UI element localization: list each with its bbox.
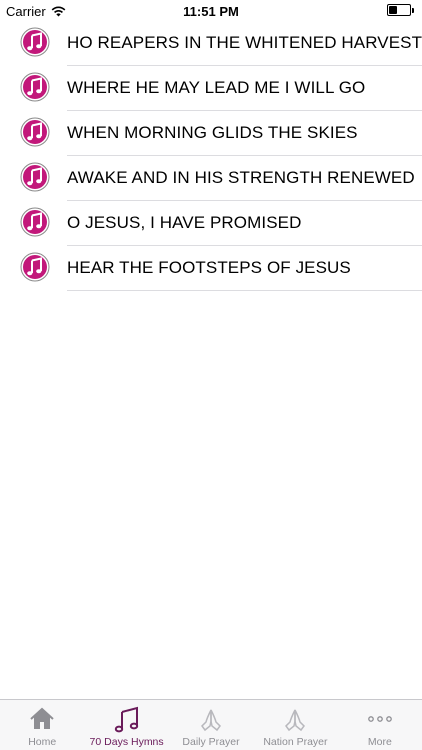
tab-home[interactable]: Home [0, 700, 84, 750]
music-note-icon [20, 72, 50, 102]
music-note-icon [20, 252, 50, 282]
tab-label: Nation Prayer [263, 736, 328, 748]
hymn-title: HO REAPERS IN THE WHITENED HARVEST [67, 33, 422, 52]
hymn-row[interactable]: AWAKE AND IN HIS STRENGTH RENEWED [0, 156, 422, 201]
tab-label: More [367, 736, 392, 748]
battery-icon [387, 4, 411, 16]
hymn-row[interactable]: WHEN MORNING GLIDS THE SKIES [0, 111, 422, 156]
hymn-row[interactable]: HEAR THE FOOTSTEPS OF JESUS [0, 246, 422, 291]
hymn-title: HEAR THE FOOTSTEPS OF JESUS [67, 258, 351, 277]
status-right [383, 4, 414, 16]
music-note-icon [20, 117, 50, 147]
hymn-title: WHEN MORNING GLIDS THE SKIES [67, 123, 358, 142]
tab-bar: Home 70 Days Hymns Daily Prayer Nation P… [0, 699, 422, 750]
tab-daily-prayer[interactable]: Daily Prayer [169, 700, 253, 750]
battery-tip [412, 7, 414, 13]
music-note-icon [20, 162, 50, 192]
tab-label: Daily Prayer [182, 736, 240, 748]
hymn-row[interactable]: WHERE HE MAY LEAD ME I WILL GO [0, 66, 422, 111]
hymn-list: HO REAPERS IN THE WHITENED HARVEST WHERE… [0, 21, 422, 291]
row-divider [67, 290, 422, 291]
tab-more[interactable]: More [338, 700, 422, 750]
music-note-icon [20, 27, 50, 57]
tab-70-days-hymns[interactable]: 70 Days Hymns [84, 700, 168, 750]
status-bar: Carrier 11:51 PM [0, 0, 422, 22]
praying-hands-icon [285, 709, 306, 732]
praying-hands-icon [201, 709, 222, 732]
tab-label: Home [28, 736, 57, 748]
hymn-row[interactable]: O JESUS, I HAVE PROMISED [0, 201, 422, 246]
status-time: 11:51 PM [183, 4, 239, 19]
hymn-row[interactable]: HO REAPERS IN THE WHITENED HARVEST [0, 21, 422, 66]
hymn-title: AWAKE AND IN HIS STRENGTH RENEWED [67, 168, 415, 187]
home-icon [30, 707, 54, 729]
tab-label: 70 Days Hymns [89, 736, 164, 748]
hymn-title: O JESUS, I HAVE PROMISED [67, 213, 302, 232]
music-note-icon [114, 706, 138, 733]
more-icon [367, 716, 392, 722]
tab-nation-prayer[interactable]: Nation Prayer [253, 700, 337, 750]
music-note-icon [20, 207, 50, 237]
hymn-title: WHERE HE MAY LEAD ME I WILL GO [67, 78, 366, 97]
